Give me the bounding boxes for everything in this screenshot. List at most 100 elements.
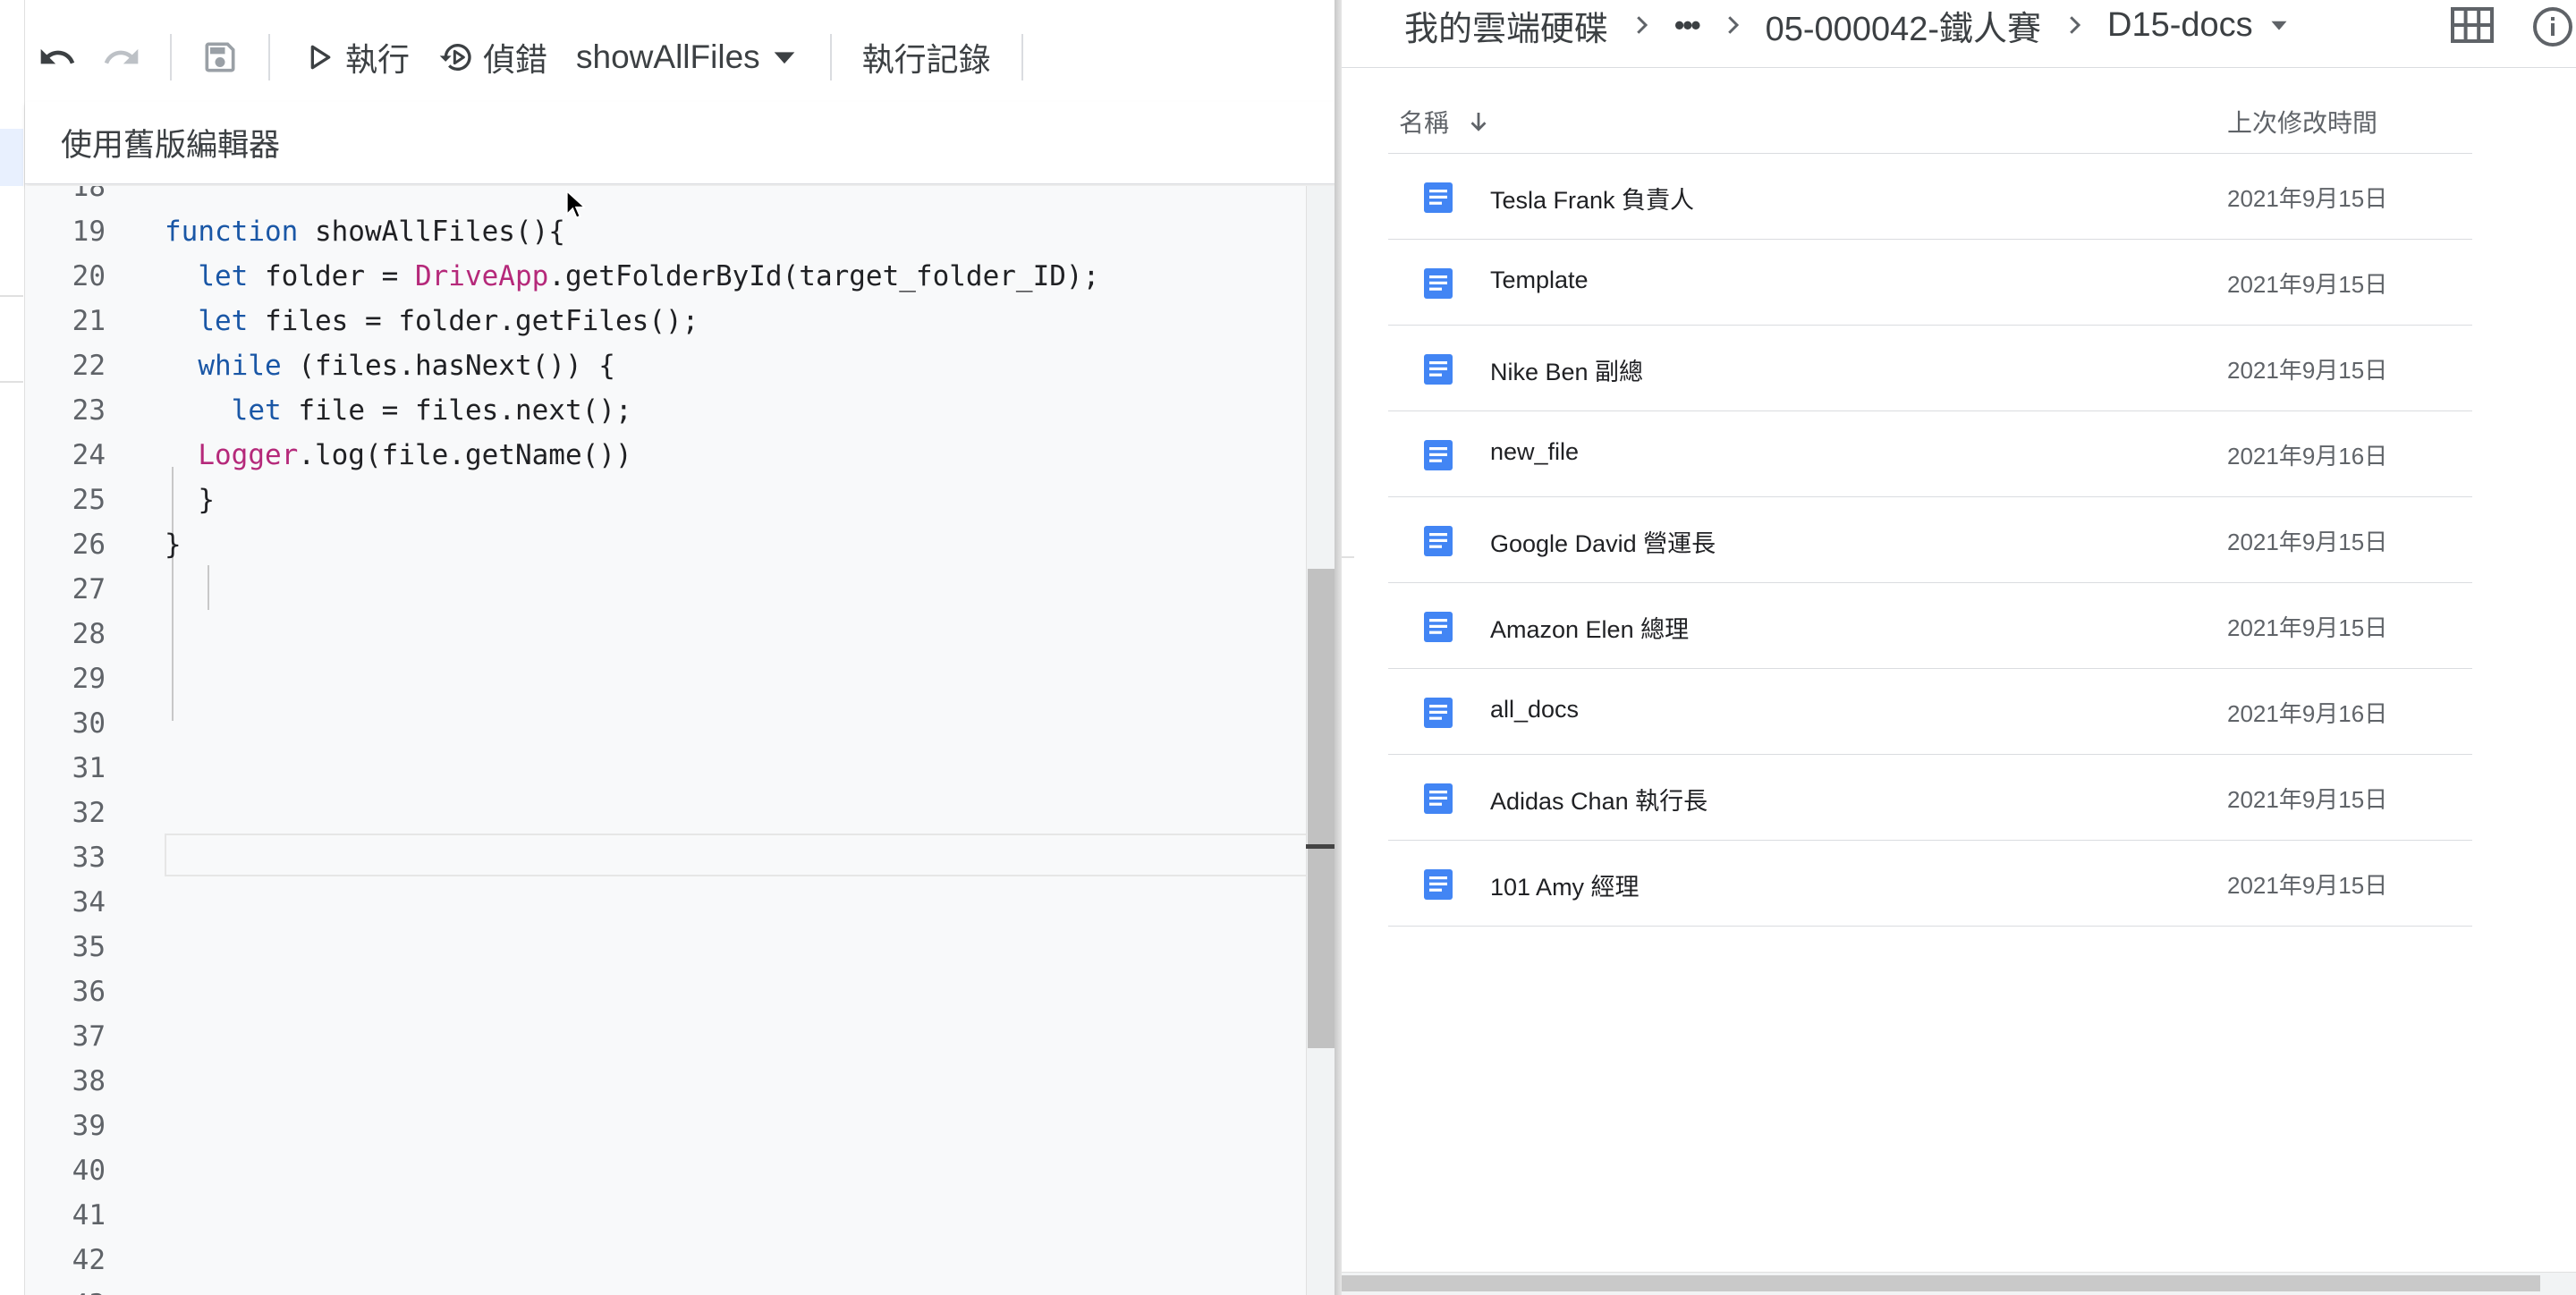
file-row[interactable]: all_docs 2021年9月16日 xyxy=(1388,669,2472,755)
debug-button[interactable]: 偵錯 xyxy=(424,25,562,89)
file-row[interactable]: Nike Ben 副總 2021年9月15日 xyxy=(1388,326,2472,411)
code-line[interactable]: 18 xyxy=(25,186,1306,209)
code-line[interactable]: 24 Logger.log(file.getName()) xyxy=(25,433,1306,478)
code-line[interactable]: 34 xyxy=(25,880,1306,925)
file-row[interactable]: 101 Amy 經理 2021年9月15日 xyxy=(1388,841,2472,927)
line-number: 19 xyxy=(72,216,106,248)
run-button[interactable]: 執行 xyxy=(286,25,424,89)
file-modified-date: 2021年9月15日 xyxy=(2227,786,2388,813)
file-row[interactable]: Amazon Elen 總理 2021年9月15日 xyxy=(1388,583,2472,669)
line-number: 21 xyxy=(72,305,106,337)
caret-down-icon xyxy=(774,52,794,64)
code-line[interactable]: 35 xyxy=(25,925,1306,969)
undo-icon xyxy=(40,48,75,64)
code-line[interactable]: 19 function showAllFiles(){ xyxy=(25,209,1306,254)
line-number: 22 xyxy=(72,350,106,382)
file-name: Amazon Elen 總理 xyxy=(1490,616,1690,643)
code-line[interactable]: 40 xyxy=(25,1148,1306,1193)
google-docs-icon xyxy=(1424,354,1453,385)
file-modified-date: 2021年9月15日 xyxy=(2227,185,2388,212)
code-line[interactable]: 33 xyxy=(25,835,1306,880)
file-name: Google David 營運長 xyxy=(1490,530,1716,557)
execution-log-button[interactable]: 執行記錄 xyxy=(848,25,1005,89)
line-number: 18 xyxy=(72,186,106,203)
file-row[interactable]: Template 2021年9月15日 xyxy=(1388,240,2472,326)
file-row[interactable]: Tesla Frank 負責人 2021年9月15日 xyxy=(1388,154,2472,240)
code-text: let file = files.next(); xyxy=(231,394,632,427)
scrollbar-cursor-marker xyxy=(1306,844,1338,849)
file-name: new_file xyxy=(1490,438,1580,465)
info-icon[interactable] xyxy=(2531,5,2574,48)
code-text: function showAllFiles(){ xyxy=(165,216,565,248)
side-active-indicator xyxy=(0,129,23,186)
code-line[interactable]: 38 xyxy=(25,1059,1306,1104)
code-line[interactable]: 43 xyxy=(25,1282,1306,1295)
code-line[interactable]: 21 let files = folder.getFiles(); xyxy=(25,299,1306,343)
column-modified-header[interactable]: 上次修改時間 xyxy=(2227,104,2377,140)
line-number: 40 xyxy=(72,1155,106,1187)
legacy-editor-label: 使用舊版編輯器 xyxy=(61,128,281,163)
file-name: Nike Ben 副總 xyxy=(1490,359,1644,385)
chevron-right-icon xyxy=(1727,16,1739,34)
panel-divider xyxy=(1342,556,1354,558)
code-text: let folder = DriveApp.getFolderById(targ… xyxy=(198,260,1100,292)
code-line[interactable]: 39 xyxy=(25,1104,1306,1148)
breadcrumb-folder[interactable]: 05-000042-鐵人賽 xyxy=(1766,1,2041,50)
arrow-down-icon[interactable] xyxy=(1465,108,1492,135)
code-line[interactable]: 20 let folder = DriveApp.getFolderById(t… xyxy=(25,254,1306,299)
file-modified-date: 2021年9月15日 xyxy=(2227,357,2388,384)
undo-button[interactable] xyxy=(25,25,89,89)
file-modified-date: 2021年9月15日 xyxy=(2227,872,2388,899)
line-number: 36 xyxy=(72,976,106,1008)
code-line[interactable]: 26} xyxy=(25,522,1306,567)
toolbar-separator xyxy=(1021,34,1023,80)
file-name: all_docs xyxy=(1490,696,1580,723)
debug-icon xyxy=(439,43,471,71)
line-number: 23 xyxy=(72,394,106,427)
play-icon xyxy=(310,45,331,70)
code-text: let files = folder.getFiles(); xyxy=(198,305,699,337)
code-line[interactable]: 28 xyxy=(25,612,1306,656)
redo-button[interactable] xyxy=(89,25,154,89)
line-number: 20 xyxy=(72,260,106,292)
file-list-header: 名稱 上次修改時間 xyxy=(1388,86,2472,154)
file-name: 101 Amy 經理 xyxy=(1490,874,1640,901)
debug-label: 偵錯 xyxy=(483,41,548,78)
code-editor[interactable]: 18 19 function showAllFiles(){ 20 let folde… xyxy=(25,186,1306,1295)
code-line[interactable]: 37 xyxy=(25,1014,1306,1059)
code-line[interactable]: 41 xyxy=(25,1193,1306,1238)
code-line[interactable]: 42 xyxy=(25,1238,1306,1282)
line-number: 24 xyxy=(72,439,106,471)
code-line[interactable]: 23 let file = files.next(); xyxy=(25,388,1306,433)
code-line[interactable]: 32 xyxy=(25,791,1306,835)
save-button[interactable] xyxy=(188,25,252,89)
code-line[interactable]: 29 xyxy=(25,656,1306,701)
line-number: 30 xyxy=(72,707,106,740)
file-modified-date: 2021年9月15日 xyxy=(2227,529,2388,555)
breadcrumb-root[interactable]: 我的雲端硬碟 xyxy=(1404,1,1608,50)
column-name-header[interactable]: 名稱 xyxy=(1399,104,1492,140)
function-selector-dropdown[interactable]: showAllFiles xyxy=(562,25,814,89)
file-row[interactable]: Google David 營運長 2021年9月15日 xyxy=(1388,497,2472,583)
editor-scrollbar-thumb[interactable] xyxy=(1308,569,1336,1048)
code-line[interactable]: 22 while (files.hasNext()) { xyxy=(25,343,1306,388)
breadcrumb: 我的雲端硬碟 ••• 05-000042-鐵人賽 D15-docs xyxy=(1404,0,2294,50)
grid-view-icon[interactable] xyxy=(2449,5,2496,45)
code-line[interactable]: 30 xyxy=(25,701,1306,746)
google-docs-icon xyxy=(1424,526,1453,556)
code-line[interactable]: 27 xyxy=(25,567,1306,612)
line-number: 42 xyxy=(72,1244,106,1276)
file-row[interactable]: Adidas Chan 執行長 2021年9月15日 xyxy=(1388,755,2472,841)
breadcrumb-current-folder[interactable]: D15-docs xyxy=(2107,6,2294,45)
code-line[interactable]: 36 xyxy=(25,969,1306,1014)
use-legacy-editor-link[interactable]: 使用舊版編輯器 xyxy=(25,102,1338,184)
drive-horizontal-scrollbar-thumb[interactable] xyxy=(1342,1275,2540,1291)
google-docs-icon xyxy=(1424,698,1453,728)
code-line[interactable]: 31 xyxy=(25,746,1306,791)
file-name: Adidas Chan 執行長 xyxy=(1490,788,1708,815)
code-line[interactable]: 25 } xyxy=(25,478,1306,522)
breadcrumb-more[interactable]: ••• xyxy=(1674,9,1701,42)
toolbar-separator xyxy=(268,34,270,80)
line-number: 29 xyxy=(72,663,106,695)
file-row[interactable]: new_file 2021年9月16日 xyxy=(1388,411,2472,497)
